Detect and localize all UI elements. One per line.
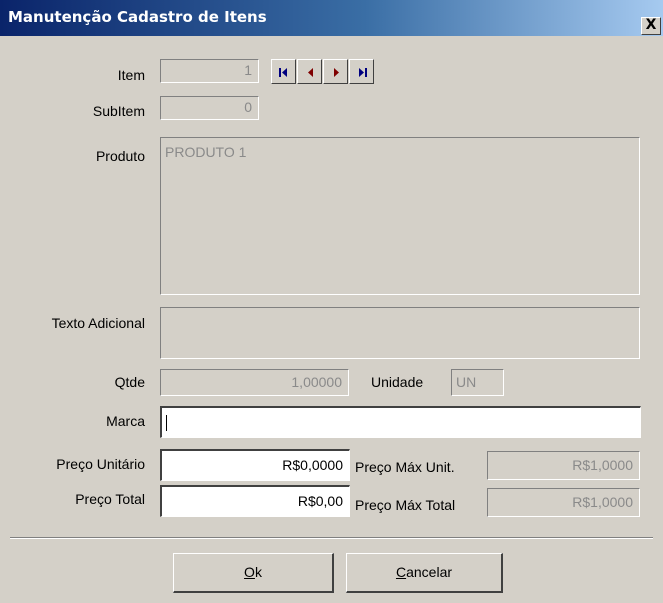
produto-field[interactable]: PRODUTO 1 (160, 137, 640, 295)
cancelar-mnemonic: C (395, 564, 407, 580)
preco-total-label: Preço Total (75, 491, 145, 507)
ok-label: k (254, 564, 262, 580)
qtde-label: Qtde (114, 374, 145, 390)
marca-input[interactable] (160, 406, 641, 438)
item-label: Item (117, 67, 145, 83)
cancelar-button[interactable]: Cancelar (346, 553, 503, 593)
separator-highlight (10, 538, 653, 539)
texto-adicional-field[interactable] (160, 307, 640, 359)
window-title: Manutenção Cadastro de Itens (8, 8, 267, 26)
first-record-icon (279, 68, 287, 77)
texto-adicional-label: Texto Adicional (51, 315, 145, 331)
preco-unitario-label: Preço Unitário (56, 456, 145, 472)
close-button[interactable]: X (641, 17, 661, 35)
first-record-button[interactable] (271, 59, 296, 84)
prior-record-icon (308, 68, 313, 77)
next-record-button[interactable] (323, 59, 348, 84)
item-field[interactable]: 1 (160, 59, 259, 83)
title-bar: Manutenção Cadastro de Itens X (0, 0, 663, 36)
ok-button[interactable]: Ok (173, 553, 334, 593)
cancelar-label: ancelar (406, 564, 453, 580)
ok-mnemonic: O (244, 564, 255, 580)
preco-total-input[interactable]: R$0,00 (160, 485, 350, 517)
preco-max-unit-field[interactable]: R$1,0000 (487, 451, 640, 480)
last-record-icon (359, 68, 367, 77)
unidade-label: Unidade (371, 374, 424, 390)
preco-max-total-field[interactable]: R$1,0000 (487, 488, 640, 517)
marca-label: Marca (106, 413, 145, 429)
close-icon: X (645, 17, 657, 33)
preco-max-unit-label: Preço Máx Unit. (355, 459, 455, 475)
next-record-icon (334, 68, 339, 77)
last-record-button[interactable] (349, 59, 374, 84)
preco-max-total-label: Preço Máx Total (355, 497, 456, 513)
produto-label: Produto (95, 148, 145, 164)
qtde-field[interactable]: 1,00000 (160, 369, 349, 396)
preco-unitario-input[interactable]: R$0,0000 (160, 449, 350, 481)
prior-record-button[interactable] (297, 59, 322, 84)
subitem-field[interactable]: 0 (160, 96, 259, 120)
unidade-field[interactable]: UN (451, 369, 504, 396)
subitem-label: SubItem (92, 103, 145, 119)
dialog-window: Manutenção Cadastro de Itens X Item 1 Su… (0, 0, 663, 603)
text-caret (166, 415, 167, 432)
